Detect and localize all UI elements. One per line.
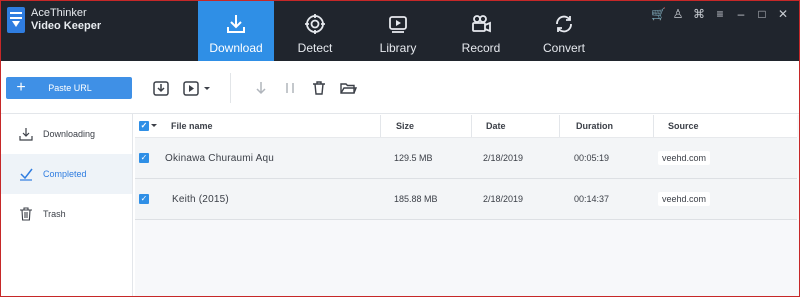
- file-source: veehd.com: [658, 192, 711, 206]
- check-icon: [20, 168, 33, 181]
- column-header-filename[interactable]: File name: [171, 115, 213, 137]
- tab-download-label: Download: [209, 41, 263, 55]
- table-row[interactable]: Okinawa Churaumi Aqu 129.5 MB 2/18/2019 …: [135, 138, 797, 179]
- column-header-date[interactable]: Date: [471, 115, 506, 137]
- main-nav: Download Detect Library Record Convert: [198, 1, 605, 61]
- app-name-line2: Video Keeper: [31, 20, 102, 32]
- tab-convert[interactable]: Convert: [522, 1, 606, 61]
- brand: AceThinker Video Keeper: [7, 7, 101, 33]
- sidebar-item-label: Completed: [43, 169, 87, 179]
- file-date: 2/18/2019: [483, 194, 524, 204]
- sidebar-item-label: Downloading: [43, 129, 96, 139]
- tab-record-label: Record: [461, 41, 501, 55]
- download-icon[interactable]: [252, 79, 270, 97]
- app-name-line1: AceThinker: [31, 7, 87, 19]
- tab-record[interactable]: Record: [439, 1, 523, 61]
- menu-icon[interactable]: ≡: [714, 7, 726, 21]
- close-icon[interactable]: ✕: [777, 7, 789, 21]
- sidebar-item-trash[interactable]: Trash: [1, 194, 132, 234]
- file-name: Keith (2015): [172, 193, 229, 205]
- delete-icon[interactable]: [310, 79, 328, 97]
- download-icon: [19, 128, 33, 141]
- download-tab-icon: [227, 15, 245, 33]
- convert-tab-icon: [556, 15, 572, 33]
- tab-library-label: Library: [379, 41, 417, 55]
- paste-url-button[interactable]: + Paste URL: [6, 77, 132, 99]
- title-bar: AceThinker Video Keeper Download Detect: [1, 1, 799, 61]
- tab-download[interactable]: Download: [198, 1, 274, 61]
- tab-detect[interactable]: Detect: [273, 1, 357, 61]
- sidebar: Downloading Completed Trash: [1, 114, 133, 296]
- select-all-checkbox[interactable]: [139, 115, 157, 137]
- sidebar-item-label: Trash: [43, 209, 66, 219]
- toolbar: + Paste URL: [1, 61, 799, 114]
- detect-tab-icon: [305, 14, 325, 34]
- tab-detect-label: Detect: [297, 41, 333, 55]
- apps-icon[interactable]: ⌘: [693, 7, 705, 21]
- row-checkbox[interactable]: [139, 153, 149, 163]
- plus-icon: +: [16, 79, 26, 96]
- file-source: veehd.com: [658, 151, 711, 165]
- table-header: File name Size Date Duration Source: [135, 115, 797, 138]
- file-size: 185.88 MB: [394, 194, 438, 204]
- batch-download-icon[interactable]: [152, 79, 170, 97]
- row-checkbox[interactable]: [139, 194, 149, 204]
- file-date: 2/18/2019: [483, 153, 524, 163]
- toolbar-divider: [230, 73, 231, 103]
- column-header-source[interactable]: Source: [653, 115, 699, 137]
- record-tab-icon: [472, 15, 491, 33]
- chevron-down-icon[interactable]: [151, 123, 157, 129]
- column-header-duration[interactable]: Duration: [559, 115, 613, 137]
- sidebar-item-downloading[interactable]: Downloading: [1, 114, 132, 154]
- chevron-down-icon[interactable]: [202, 79, 212, 97]
- app-logo-icon: [7, 7, 25, 33]
- table-row[interactable]: Keith (2015) 185.88 MB 2/18/2019 00:14:3…: [135, 179, 797, 220]
- library-tab-icon: [389, 16, 407, 33]
- file-name: Okinawa Churaumi Aqu: [165, 152, 275, 164]
- cart-icon[interactable]: 🛒: [651, 7, 666, 21]
- minimize-icon[interactable]: –: [735, 7, 747, 21]
- app-window: AceThinker Video Keeper Download Detect: [0, 0, 800, 297]
- paste-url-label: Paste URL: [48, 83, 92, 93]
- sidebar-item-completed[interactable]: Completed: [1, 154, 132, 194]
- file-duration: 00:14:37: [574, 194, 610, 204]
- file-duration: 00:05:19: [574, 153, 610, 163]
- window-controls: 🛒 ♙ ⌘ ≡ – □ ✕: [651, 7, 789, 21]
- completed-table: File name Size Date Duration Source Okin…: [135, 115, 799, 296]
- column-header-size[interactable]: Size: [380, 115, 414, 137]
- file-size: 129.5 MB: [394, 153, 433, 163]
- trash-icon: [20, 207, 32, 221]
- open-folder-icon[interactable]: [339, 79, 357, 97]
- tab-convert-label: Convert: [542, 41, 586, 55]
- tab-library[interactable]: Library: [356, 1, 440, 61]
- user-icon[interactable]: ♙: [672, 7, 684, 21]
- maximize-icon[interactable]: □: [756, 7, 768, 21]
- pause-icon[interactable]: [281, 79, 299, 97]
- video-options-icon[interactable]: [182, 79, 200, 97]
